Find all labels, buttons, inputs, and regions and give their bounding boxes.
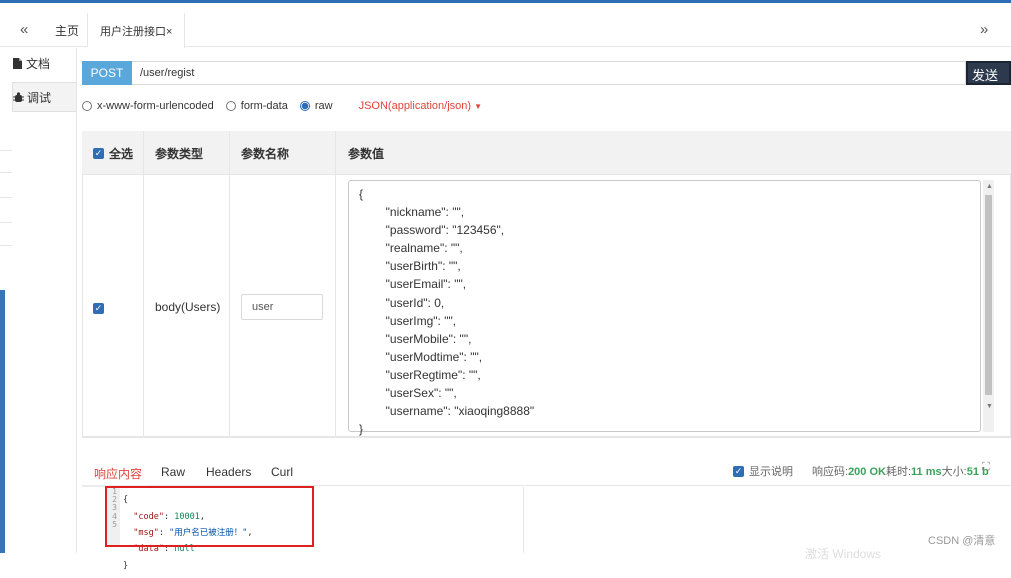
json-line: "userId": 0,	[359, 295, 445, 310]
tab-raw[interactable]: Raw	[161, 465, 185, 479]
sidebar-divider-vertical	[76, 48, 77, 553]
windows-activation-watermark: 激活 Windows	[805, 547, 882, 561]
json-line: {	[359, 187, 364, 201]
radio-form-data[interactable]	[225, 101, 236, 111]
param-type-cell: body(Users)	[155, 300, 221, 314]
json-line: "password": "123456",	[359, 223, 505, 238]
json-line: "realname": "",	[359, 241, 463, 256]
csdn-watermark: CSDN @清意	[928, 535, 996, 547]
tab-home[interactable]: 主页	[55, 22, 79, 39]
radio-raw[interactable]	[299, 101, 310, 111]
body-type-options: x-www-form-urlencoded form-data raw JSON…	[82, 97, 482, 115]
json-line: "userEmail": "",	[359, 277, 467, 292]
caret-down-icon: ▼	[474, 102, 483, 111]
content-type-label: JSON(application/json)	[358, 100, 472, 112]
show-description-checkbox[interactable]: ✓	[733, 465, 744, 477]
tab-response-content[interactable]: 响应内容	[94, 465, 142, 482]
column-divider	[335, 131, 336, 437]
content-type-dropdown[interactable]: JSON(application/json) ▼	[359, 100, 482, 112]
sidebar-item-debug[interactable]: 调试	[12, 82, 76, 112]
select-all-checkbox[interactable]: ✓	[93, 147, 104, 159]
json-line: }	[359, 422, 364, 437]
sidebar-accent-bar	[0, 290, 5, 553]
code-line: }	[123, 560, 129, 571]
row-checkbox[interactable]: ✓	[93, 303, 104, 314]
sidebar-item-label: 文档	[26, 56, 51, 71]
select-all[interactable]: ✓ 全选	[93, 131, 133, 175]
window-top-border	[0, 0, 1011, 10]
json-line: "userRegtime": "",	[359, 367, 481, 382]
header-select-all: 全选	[109, 146, 134, 161]
response-pane-divider	[523, 487, 524, 553]
collapse-tabs-button[interactable]: «	[20, 21, 28, 38]
json-scrollbar-thumb[interactable]	[985, 195, 992, 395]
scroll-up-icon[interactable]: ▲	[986, 183, 993, 190]
header-param-type: 参数类型	[155, 146, 204, 161]
status-code: 200 OK	[848, 466, 886, 478]
params-table-header	[82, 131, 1011, 175]
param-name-input[interactable]: user	[241, 294, 323, 320]
radio-label: raw	[314, 100, 333, 112]
show-description-toggle[interactable]: ✓ 显示说明	[733, 463, 793, 479]
fullscreen-icon[interactable]: ⛶	[982, 461, 990, 474]
radio-label: x-www-form-urlencoded	[97, 100, 214, 112]
json-line: "userSex": "",	[359, 386, 457, 401]
json-line: "userMobile": "",	[359, 331, 472, 346]
header-param-name: 参数名称	[241, 146, 290, 161]
radio-urlencoded[interactable]	[82, 101, 92, 111]
json-body-editor[interactable]: { "nickname": "", "password": "123456", …	[348, 180, 981, 436]
method-select[interactable]: POST	[82, 61, 132, 85]
json-line: "nickname": "",	[359, 205, 465, 220]
json-line: "username": "xiaoqing8888"	[359, 404, 535, 419]
header-param-value: 参数值	[348, 146, 385, 161]
response-time: 11 ms	[911, 466, 942, 478]
url-input[interactable]: /user/regist	[132, 61, 966, 85]
sidebar-divider	[0, 245, 12, 246]
radio-label: form-data	[240, 100, 288, 112]
sidebar-divider	[0, 150, 12, 151]
sidebar-item-docs[interactable]: 文档	[12, 48, 76, 78]
response-meta: 响应码:200 OK耗时:11 ms大小:51 b	[812, 463, 989, 479]
document-icon	[13, 57, 22, 69]
tab-curl[interactable]: Curl	[271, 465, 293, 479]
sidebar-divider	[0, 222, 12, 223]
code-label: 响应码:	[812, 466, 849, 478]
column-divider	[229, 131, 230, 437]
send-button[interactable]: 发送	[966, 61, 1011, 85]
scroll-down-icon[interactable]: ▼	[986, 403, 993, 410]
show-description-label: 显示说明	[749, 466, 793, 478]
json-line: "userModtime": "",	[359, 349, 483, 364]
time-label: 耗时:	[885, 466, 912, 478]
debug-icon	[13, 91, 24, 102]
json-line: "userImg": "",	[359, 313, 457, 328]
size-label: 大小:	[941, 466, 967, 478]
tab-headers[interactable]: Headers	[206, 465, 251, 479]
column-divider	[143, 131, 144, 437]
sidebar-divider	[0, 197, 12, 198]
sidebar	[0, 48, 76, 553]
highlight-box	[105, 486, 314, 547]
sidebar-divider	[0, 172, 12, 173]
sidebar-item-label: 调试	[27, 90, 52, 105]
tab-user-register[interactable]: 用户注册接口×	[88, 13, 186, 48]
expand-tabs-button[interactable]: »	[980, 21, 988, 38]
json-line: "userBirth": "",	[359, 259, 461, 274]
